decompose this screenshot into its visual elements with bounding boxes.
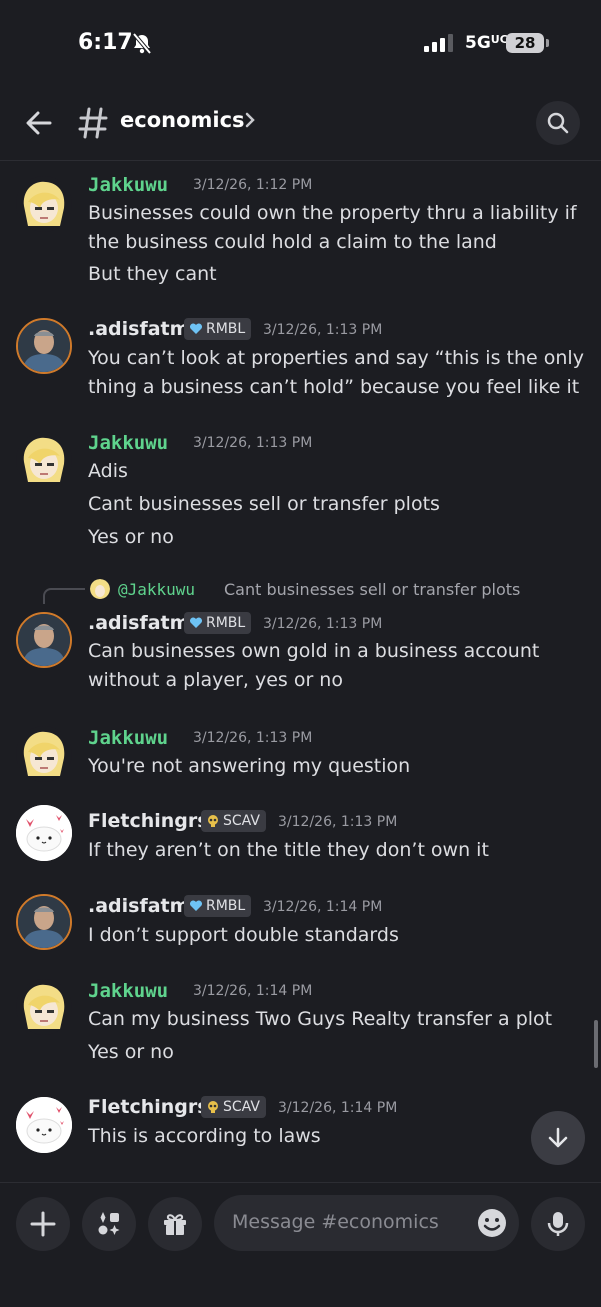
skull-icon [208, 815, 218, 827]
role-badge[interactable]: RMBL [184, 612, 252, 634]
cellular-signal-icon [424, 34, 456, 56]
author-name[interactable]: Fletchingrs [88, 1096, 209, 1118]
chevron-right-icon[interactable] [244, 112, 256, 132]
heart-icon [189, 900, 203, 911]
message-input[interactable]: Message #economics [214, 1195, 519, 1251]
status-bar: 6:17 5GUC 28 [0, 0, 601, 88]
voice-message-button[interactable] [531, 1197, 585, 1251]
channel-name[interactable]: economics [120, 108, 245, 132]
role-badge[interactable]: SCAV [201, 1096, 266, 1118]
message-composer: Message #economics [0, 1182, 601, 1307]
search-icon [547, 112, 569, 134]
battery-level: 28 [506, 33, 544, 53]
reply-connector [43, 588, 85, 604]
message-text: Can my business Two Guys Realty transfer… [88, 1008, 553, 1030]
skull-icon [208, 1101, 218, 1113]
reply-mention[interactable]: @Jakkuwu [118, 580, 195, 599]
badge-label: RMBL [206, 321, 246, 337]
timestamp: 3/12/26, 1:13 PM [193, 730, 313, 746]
message-text: You're not answering my question [88, 755, 411, 777]
message-text: If they aren’t on the title they don’t o… [88, 839, 489, 861]
timestamp: 3/12/26, 1:13 PM [278, 814, 398, 830]
message-text: Yes or no [88, 1041, 174, 1063]
message-text: But they cant [88, 263, 217, 285]
smiley-icon [478, 1209, 506, 1237]
microphone-icon [547, 1212, 569, 1236]
silent-bell-icon [132, 32, 152, 59]
apps-button[interactable] [82, 1197, 136, 1251]
search-button[interactable] [536, 101, 580, 145]
author-name[interactable]: Jakkuwu [88, 432, 168, 454]
timestamp: 3/12/26, 1:14 PM [278, 1100, 398, 1116]
role-badge[interactable]: SCAV [201, 810, 266, 832]
badge-label: SCAV [223, 1099, 260, 1115]
plus-icon [30, 1211, 56, 1237]
reply-avatar[interactable] [90, 579, 110, 599]
message-text: Can businesses own gold in a business ac… [88, 640, 540, 662]
timestamp: 3/12/26, 1:13 PM [263, 616, 383, 632]
avatar[interactable] [16, 805, 72, 861]
message-text: You can’t look at properties and say “th… [88, 347, 584, 369]
apps-icon [98, 1212, 120, 1235]
message-text: Cant businesses sell or transfer plots [88, 493, 440, 515]
hash-icon [78, 106, 108, 144]
badge-label: SCAV [223, 813, 260, 829]
reply-preview[interactable]: Cant businesses sell or transfer plots [224, 580, 520, 599]
avatar[interactable] [16, 1097, 72, 1153]
author-name[interactable]: Jakkuwu [88, 174, 168, 196]
arrow-down-icon [548, 1127, 568, 1148]
gift-button[interactable] [148, 1197, 202, 1251]
badge-label: RMBL [206, 898, 246, 914]
scrollbar[interactable] [594, 1020, 598, 1068]
author-name[interactable]: .adisfatm [88, 895, 189, 917]
timestamp: 3/12/26, 1:14 PM [193, 983, 313, 999]
avatar[interactable] [16, 318, 72, 374]
timestamp: 3/12/26, 1:13 PM [193, 435, 313, 451]
message-placeholder: Message #economics [232, 1211, 439, 1233]
timestamp: 3/12/26, 1:14 PM [263, 899, 383, 915]
message-text: This is according to laws [88, 1125, 321, 1147]
heart-icon [189, 323, 203, 334]
avatar[interactable] [16, 176, 72, 232]
message-text: Businesses could own the property thru a… [88, 202, 577, 224]
author-name[interactable]: .adisfatm [88, 318, 189, 340]
message-text: the business could hold a claim to the l… [88, 231, 497, 253]
status-time: 6:17 [78, 30, 133, 55]
timestamp: 3/12/26, 1:13 PM [263, 322, 383, 338]
author-name[interactable]: Jakkuwu [88, 727, 168, 749]
avatar[interactable] [16, 432, 72, 488]
author-name[interactable]: Fletchingrs [88, 810, 209, 832]
battery-icon [546, 39, 549, 47]
message-text: I don’t support double standards [88, 924, 399, 946]
badge-label: RMBL [206, 615, 246, 631]
message-text: Yes or no [88, 526, 174, 548]
author-name[interactable]: Jakkuwu [88, 980, 168, 1002]
network-type: 5GUC [465, 33, 508, 53]
emoji-button[interactable] [476, 1207, 508, 1243]
avatar[interactable] [16, 612, 72, 668]
avatar[interactable] [16, 894, 72, 950]
channel-header: economics [0, 88, 601, 161]
avatar[interactable] [16, 979, 72, 1035]
gift-icon [164, 1214, 186, 1235]
heart-icon [189, 617, 203, 628]
back-arrow-icon[interactable] [24, 108, 54, 138]
author-name[interactable]: .adisfatm [88, 612, 189, 634]
jump-to-bottom-button[interactable] [531, 1111, 585, 1165]
role-badge[interactable]: RMBL [184, 318, 252, 340]
role-badge[interactable]: RMBL [184, 895, 252, 917]
message-text: thing a business can’t hold” because you… [88, 376, 580, 398]
message-text: Adis [88, 460, 128, 482]
timestamp: 3/12/26, 1:12 PM [193, 177, 313, 193]
avatar[interactable] [16, 726, 72, 782]
add-attachment-button[interactable] [16, 1197, 70, 1251]
message-text: without a player, yes or no [88, 669, 343, 691]
